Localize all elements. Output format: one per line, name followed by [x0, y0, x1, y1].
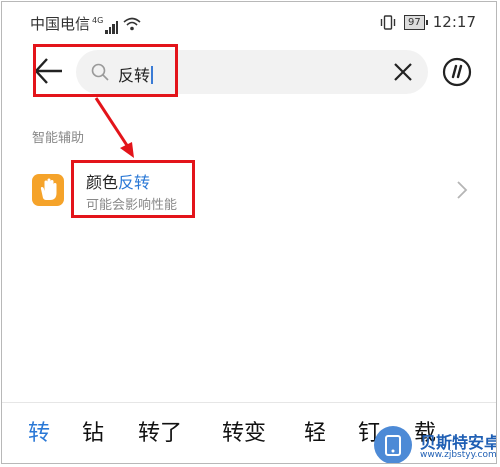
chevron-right-icon: [457, 181, 468, 199]
candidate-item[interactable]: 转了: [138, 415, 182, 447]
vibrate-icon: [380, 14, 396, 30]
candidate-item[interactable]: 钻: [82, 415, 104, 447]
site-watermark: 贝斯特安卓网 www.zjbstyy.com: [374, 422, 497, 463]
network-type: 4G: [92, 16, 104, 25]
battery-level: 97: [404, 14, 428, 30]
section-title: 智能辅助: [32, 131, 85, 146]
status-right: 97 12:17: [380, 13, 476, 31]
status-bar: 中国电信 4G 97 12:17: [2, 2, 496, 42]
carrier-name: 中国电信: [30, 15, 91, 33]
screenshot-frame: 中国电信 4G 97 12:17 反转 智能辅助 颜色反转 可能会影响性能 转 …: [1, 1, 497, 464]
watermark-logo-icon: [374, 426, 412, 463]
candidate-item[interactable]: 转变: [222, 415, 266, 447]
annotation-box-search: [33, 44, 178, 97]
clock: 12:17: [432, 13, 476, 31]
candidate-item[interactable]: 轻: [304, 415, 326, 447]
annotation-arrow-icon: [94, 97, 134, 158]
carrier-info: 中国电信 4G: [30, 13, 141, 34]
annotation-box-result: [71, 160, 195, 218]
wifi-icon: [123, 17, 141, 31]
accessibility-app-icon: [32, 174, 64, 206]
voice-assistant-icon[interactable]: [442, 57, 472, 87]
watermark-url: www.zjbstyy.com: [420, 450, 497, 460]
clear-icon[interactable]: [392, 61, 414, 83]
candidate-item[interactable]: 转: [28, 415, 50, 447]
signal-icon: [105, 16, 119, 34]
hand-icon: [40, 178, 57, 200]
